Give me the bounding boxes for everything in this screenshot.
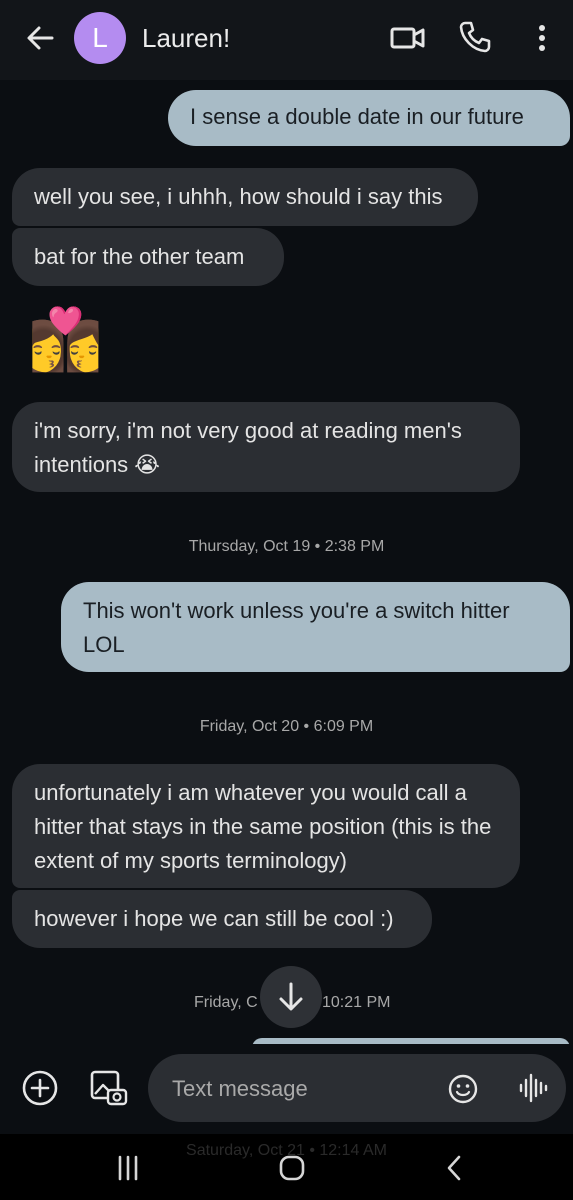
recents-icon[interactable] <box>112 1154 144 1182</box>
timestamp-divider: Thursday, Oct 19 • 2:38 PM <box>188 538 385 555</box>
message-bubble-incoming[interactable]: i'm sorry, i'm not very good at reading … <box>12 402 520 492</box>
composer-bar <box>0 1044 573 1134</box>
voice-icon[interactable] <box>516 1070 550 1106</box>
message-bubble-incoming[interactable]: however i hope we can still be cool :) <box>12 890 432 948</box>
nav-back-icon[interactable] <box>440 1152 468 1184</box>
message-bubble-outgoing[interactable]: This won't work unless you're a switch h… <box>61 582 570 672</box>
more-vert-icon[interactable] <box>530 20 554 56</box>
message-field[interactable] <box>148 1054 566 1124</box>
emoji-message[interactable]: 👩‍❤️‍💋‍👩 <box>28 300 148 380</box>
scroll-to-bottom-button[interactable] <box>260 966 322 1028</box>
system-nav-bar: Saturday, Oct 21 • 12:14 AM <box>0 1134 573 1200</box>
gallery-icon[interactable] <box>88 1066 130 1110</box>
message-thread[interactable]: I sense a double date in our future well… <box>0 80 573 1048</box>
scroll-down-icon <box>279 982 303 1011</box>
app-bar: L Lauren! <box>0 0 573 80</box>
phone-icon[interactable] <box>456 18 494 56</box>
contact-name[interactable]: Lauren! <box>142 20 230 56</box>
emoji-icon[interactable] <box>446 1072 480 1106</box>
avatar[interactable]: L <box>74 12 126 64</box>
message-bubble-incoming[interactable]: well you see, i uhhh, how should i say t… <box>12 168 478 226</box>
add-icon[interactable] <box>20 1068 60 1108</box>
timestamp-divider-right: 10:21 PM <box>322 994 391 1011</box>
message-bubble-incoming[interactable]: unfortunately i am whatever you would ca… <box>12 764 520 888</box>
home-icon[interactable] <box>276 1152 308 1184</box>
video-call-icon[interactable] <box>388 20 428 56</box>
timestamp-divider: Friday, Oct 20 • 6:09 PM <box>199 718 374 735</box>
message-bubble-incoming[interactable]: bat for the other team <box>12 228 284 286</box>
message-bubble-outgoing[interactable]: I sense a double date in our future <box>168 90 570 146</box>
back-arrow-icon[interactable] <box>22 20 58 56</box>
text-message-input[interactable] <box>170 1054 434 1124</box>
